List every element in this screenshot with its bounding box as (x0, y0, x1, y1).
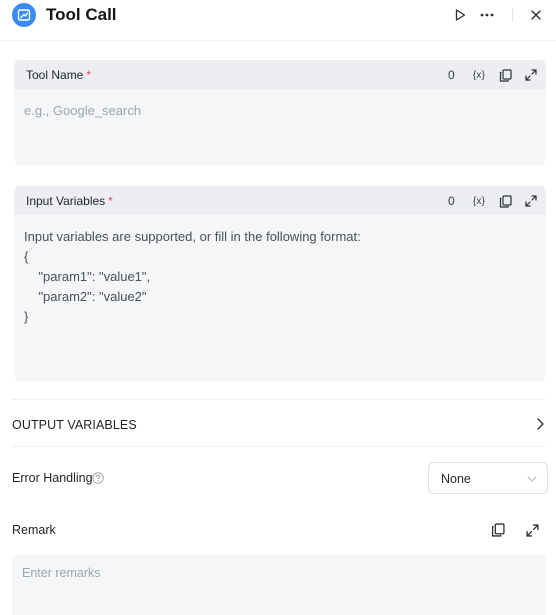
expand-button[interactable] (522, 66, 540, 84)
input-variables-char-count: 0 (448, 194, 455, 208)
copy-icon (499, 194, 512, 208)
section-divider (12, 399, 546, 400)
tool-node-icon (12, 3, 36, 27)
chevron-right-icon[interactable] (532, 416, 548, 432)
insert-variable-button[interactable]: {x} (470, 192, 488, 210)
tool-name-char-count: 0 (448, 68, 455, 82)
tool-name-header: Tool Name * 0 {x} (14, 60, 546, 89)
error-handling-select[interactable]: None (428, 462, 548, 494)
more-button[interactable] (476, 4, 498, 26)
input-variables-label: Input Variables * (26, 194, 113, 208)
tool-name-label: Tool Name * (26, 68, 91, 82)
input-variables-input[interactable]: Input variables are supported, or fill i… (24, 227, 361, 327)
required-mark: * (86, 68, 92, 82)
remark-label: Remark (12, 523, 56, 537)
required-mark: * (108, 194, 113, 208)
placeholder-line: "param1": "value1", (24, 269, 151, 284)
placeholder-line: Input variables are supported, or fill i… (24, 229, 361, 244)
expand-icon (525, 523, 539, 537)
remark-input[interactable]: Enter remarks (12, 554, 546, 615)
close-button[interactable] (525, 4, 547, 26)
tool-call-panel: Tool Call Tool Name * 0 {x} e.g., Google… (0, 0, 556, 615)
close-icon (531, 10, 541, 20)
help-icon[interactable] (92, 472, 104, 484)
error-handling-value: None (441, 472, 471, 486)
tool-name-editor: Tool Name * 0 {x} e.g., Google_search (14, 60, 546, 165)
input-variables-label-text: Input Variables (26, 194, 106, 208)
section-divider (12, 446, 546, 447)
error-handling-label: Error Handling (12, 471, 93, 485)
panel-title: Tool Call (46, 5, 117, 24)
input-variables-editor: Input Variables * 0 {x} Input variables a… (14, 186, 546, 381)
remark-copy-button[interactable] (489, 521, 507, 539)
play-icon (455, 9, 466, 21)
remark-expand-button[interactable] (523, 521, 541, 539)
more-icon (480, 13, 494, 17)
copy-icon (491, 523, 505, 537)
placeholder-line: } (24, 309, 29, 324)
expand-button[interactable] (522, 192, 540, 210)
copy-button[interactable] (496, 192, 514, 210)
placeholder-line: { (24, 249, 29, 264)
header-divider (512, 8, 513, 22)
expand-icon (525, 69, 537, 81)
tool-name-label-text: Tool Name (26, 68, 84, 82)
insert-variable-button[interactable]: {x} (470, 66, 488, 84)
copy-button[interactable] (496, 66, 514, 84)
placeholder-line: "param2": "value2" (24, 289, 147, 304)
expand-icon (525, 195, 537, 207)
input-variables-header: Input Variables * 0 {x} (14, 186, 546, 215)
tool-name-input[interactable]: e.g., Google_search (24, 103, 141, 119)
output-variables-toggle[interactable]: OUTPUT VARIABLES (12, 418, 137, 432)
copy-icon (499, 68, 512, 82)
panel-header: Tool Call (0, 0, 556, 41)
remark-placeholder: Enter remarks (22, 566, 101, 580)
run-button[interactable] (449, 4, 471, 26)
chevron-down-icon (527, 476, 537, 482)
